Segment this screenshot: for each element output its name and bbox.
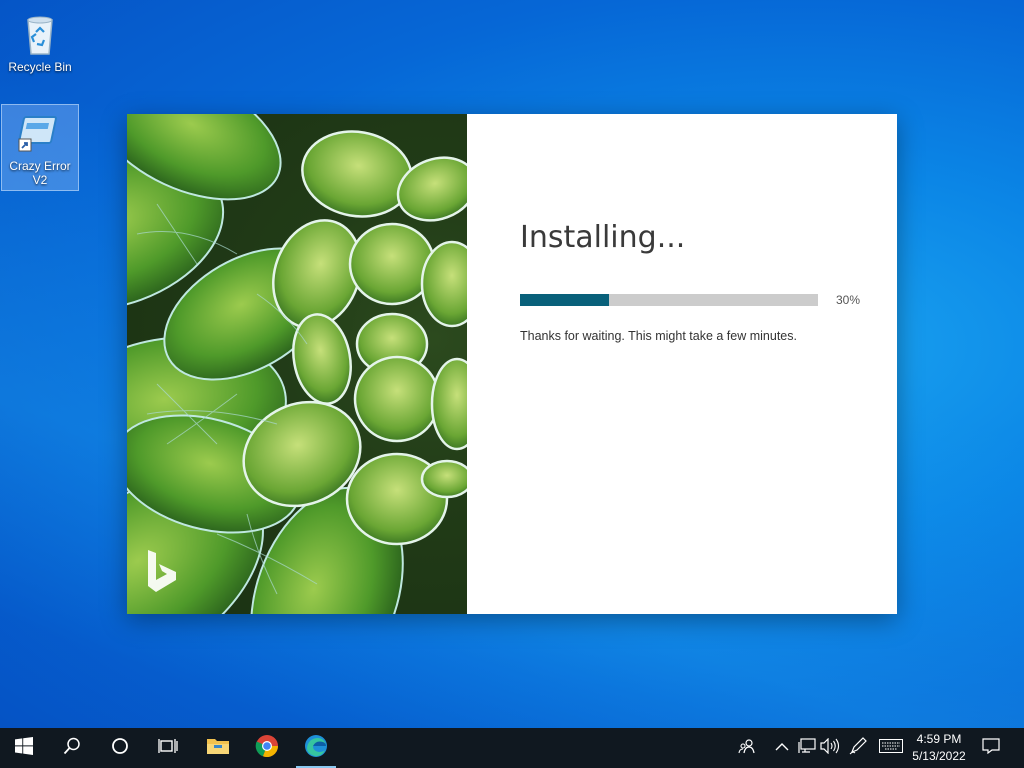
progress-bar [520,294,818,306]
network-icon [798,737,816,759]
action-center-button[interactable] [981,737,1001,759]
touch-keyboard-button[interactable] [878,738,904,758]
system-clock[interactable]: 4:59 PM 5/13/2022 [906,731,972,765]
task-view-icon [158,737,178,760]
installer-content: Installing... 30% Thanks for waiting. Th… [520,114,880,614]
desktop-icon-crazy-error-v2[interactable]: Crazy Error V2 [1,104,79,191]
people-icon [738,738,756,759]
installer-window: Installing... 30% Thanks for waiting. Th… [127,114,897,614]
cortana-button[interactable] [96,728,144,768]
progress-percent: 30% [836,293,861,307]
folder-icon [206,736,230,761]
hero-image [127,114,467,614]
keyboard-icon [879,738,903,758]
installing-title: Installing... [520,220,686,255]
edge-button[interactable] [292,728,340,768]
desktop-icon-recycle-bin[interactable]: Recycle Bin [2,6,78,77]
waiting-message: Thanks for waiting. This might take a fe… [520,329,797,343]
network-button[interactable] [797,737,817,759]
file-explorer-button[interactable] [194,728,242,768]
pen-workspace-button[interactable] [848,736,868,760]
progress-bar-fill [520,294,610,306]
start-button[interactable] [0,728,48,768]
search-icon [63,737,81,760]
show-hidden-icons-button[interactable] [772,738,792,758]
taskbar: 4:59 PM 5/13/2022 [0,728,1024,768]
chrome-icon [255,734,279,763]
search-button[interactable] [48,728,96,768]
clock-time: 4:59 PM [916,732,962,746]
task-view-button[interactable] [144,728,192,768]
shortcut-app-icon [16,109,64,157]
desktop-icon-label: Recycle Bin [8,60,72,74]
chevron-up-icon [775,739,789,757]
windows-logo-icon [15,736,33,760]
desktop-icon-label: Crazy Error V2 [9,159,71,187]
pen-icon [849,736,867,760]
volume-button[interactable] [820,737,840,759]
recycle-bin-icon [16,10,64,58]
clock-date: 5/13/2022 [912,749,966,763]
people-button[interactable] [737,738,757,758]
chrome-button[interactable] [243,728,291,768]
cortana-ring-icon [111,737,129,760]
action-center-icon [982,737,1000,759]
edge-icon [304,734,328,763]
volume-icon [820,737,840,759]
